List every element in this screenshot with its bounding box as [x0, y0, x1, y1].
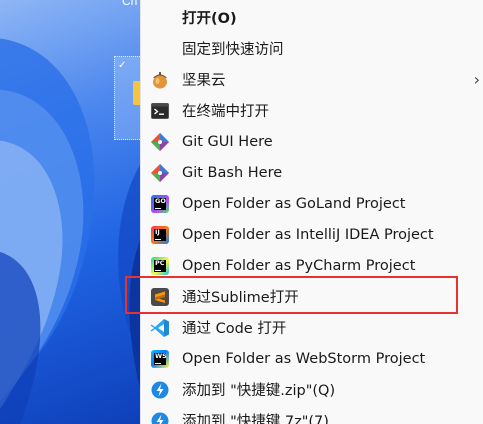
menu-item-label: 打开(O) — [182, 11, 237, 27]
menu-item-open-terminal[interactable]: 在终端中打开 — [141, 95, 483, 126]
menu-item-open-with-sublime[interactable]: 通过Sublime打开 — [141, 281, 483, 312]
sublime-icon — [150, 287, 170, 307]
bandizip-icon — [150, 380, 170, 400]
context-menu: 打开(O) 固定到快速访问 坚果云 › 在终端中打开 Git GUI Here … — [140, 0, 483, 424]
menu-item-jianguoyun[interactable]: 坚果云 › — [141, 64, 483, 95]
vscode-icon — [150, 318, 170, 338]
chevron-right-icon: › — [473, 70, 480, 89]
menu-item-label: 添加到 "快捷键.7z"(7) — [182, 414, 329, 424]
git-gui-icon — [150, 132, 170, 152]
menu-item-label: 通过 Code 打开 — [182, 321, 287, 337]
menu-item-label: 在终端中打开 — [182, 104, 269, 120]
desktop-screen: Ch ✓ 打开(O) 固定到快速访问 坚果云 › 在终端中打开 Git GUI … — [0, 0, 483, 424]
menu-item-label: Open Folder as GoLand Project — [182, 195, 406, 212]
menu-item-goland[interactable]: GO Open Folder as GoLand Project — [141, 188, 483, 219]
goland-badge-text: GO — [154, 197, 166, 210]
webstorm-badge-text: WS — [154, 352, 167, 365]
menu-item-webstorm[interactable]: WS Open Folder as WebStorm Project — [141, 343, 483, 374]
menu-item-label: Open Folder as WebStorm Project — [182, 350, 426, 367]
webstorm-icon: WS — [150, 349, 170, 369]
menu-item-pin-quick-access[interactable]: 固定到快速访问 — [141, 33, 483, 64]
menu-item-pycharm[interactable]: PC Open Folder as PyCharm Project — [141, 250, 483, 281]
menu-item-label: 添加到 "快捷键.zip"(Q) — [182, 383, 336, 399]
pycharm-badge-text: PC — [154, 259, 166, 272]
menu-item-label: Open Folder as IntelliJ IDEA Project — [182, 226, 434, 243]
desktop-edge-text: Ch — [122, 0, 138, 8]
menu-item-label: 通过Sublime打开 — [182, 290, 299, 306]
pycharm-icon: PC — [150, 256, 170, 276]
nut-icon — [150, 70, 170, 90]
menu-item-add-to-zip[interactable]: 添加到 "快捷键.zip"(Q) — [141, 374, 483, 405]
menu-item-label: Git Bash Here — [182, 164, 283, 181]
menu-item-label: Git GUI Here — [182, 133, 273, 150]
menu-item-git-bash[interactable]: Git Bash Here — [141, 157, 483, 188]
git-bash-icon — [150, 163, 170, 183]
menu-item-open[interactable]: 打开(O) — [141, 2, 483, 33]
menu-item-intellij[interactable]: IJ Open Folder as IntelliJ IDEA Project — [141, 219, 483, 250]
intellij-icon: IJ — [150, 225, 170, 245]
goland-icon: GO — [150, 194, 170, 214]
menu-item-label: 固定到快速访问 — [182, 42, 284, 58]
selection-check-icon: ✓ — [118, 60, 127, 71]
menu-item-add-to-7z[interactable]: 添加到 "快捷键.7z"(7) — [141, 405, 483, 424]
menu-item-open-with-code[interactable]: 通过 Code 打开 — [141, 312, 483, 343]
menu-item-git-gui[interactable]: Git GUI Here — [141, 126, 483, 157]
desktop-wallpaper: Ch ✓ — [0, 0, 150, 424]
intellij-badge-text: IJ — [154, 228, 166, 241]
menu-item-label: 坚果云 — [182, 73, 226, 89]
menu-item-label: Open Folder as PyCharm Project — [182, 257, 416, 274]
terminal-icon — [150, 101, 170, 121]
bandizip-icon — [150, 411, 170, 424]
